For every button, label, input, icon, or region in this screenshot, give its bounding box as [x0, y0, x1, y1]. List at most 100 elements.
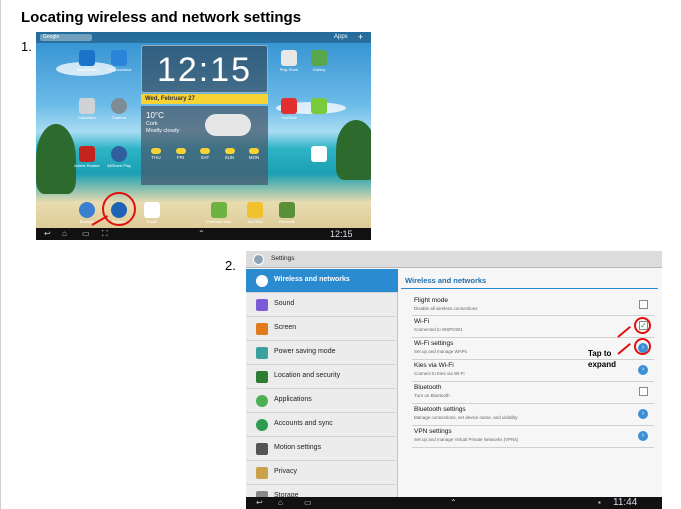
youtube-icon	[281, 98, 297, 114]
teamviewer-icon	[79, 50, 95, 66]
palm-tree	[36, 124, 76, 194]
sun-icon	[151, 148, 161, 154]
wifi-icon	[256, 275, 268, 287]
palm-tree	[336, 120, 371, 180]
google-search-bar[interactable]: Google	[40, 34, 92, 41]
navigation-bar: ↩ ⌂ ▭ ⛶ ⌃ 12:15	[36, 228, 371, 240]
home-icon[interactable]: ⌂	[62, 230, 67, 238]
tv-quickstart-icon	[111, 50, 127, 66]
chevron-up-icon[interactable]: ⌃	[198, 230, 205, 238]
calculator-icon	[79, 98, 95, 114]
document-title: Locating wireless and network settings	[21, 9, 302, 26]
category-privacy[interactable]: Privacy	[246, 461, 398, 485]
step-number-1: 1.	[21, 39, 32, 54]
notification-icon[interactable]: ▪	[598, 499, 601, 507]
app-unlabeled[interactable]	[304, 98, 334, 115]
weather-temperature: 10°C	[146, 111, 164, 120]
privacy-icon	[256, 467, 268, 479]
app-camera[interactable]: Camera	[104, 98, 134, 120]
chevron-right-icon[interactable]: ›	[638, 431, 648, 441]
add-icon[interactable]: +	[358, 32, 363, 42]
settings-category-list: Wireless and networks Sound Screen Power…	[246, 269, 398, 509]
app-icon	[311, 146, 327, 162]
category-motion-settings[interactable]: Motion settings	[246, 437, 398, 461]
recycle-icon	[256, 347, 268, 359]
allshare-icon	[111, 146, 127, 162]
screen-icon	[256, 323, 268, 335]
forecast-day: MON	[243, 148, 265, 160]
adobe-reader-icon	[79, 146, 95, 162]
category-power-saving[interactable]: Power saving mode	[246, 341, 398, 365]
clock-weather-widget[interactable]: 12:15 Wed, February 27 10°C Cork Mostly …	[141, 45, 268, 185]
settings-highlight-circle	[102, 192, 136, 226]
home-screen-screenshot: Google Apps + 12:15 Wed, February 27 10°…	[36, 32, 371, 240]
gallery-icon	[311, 50, 327, 66]
browser-icon	[79, 202, 95, 218]
forecast-day: FRI	[170, 148, 192, 160]
row-vpn-settings[interactable]: VPN settings Set up and manage Virtual P…	[412, 428, 654, 448]
sun-icon	[200, 148, 210, 154]
row-bluetooth[interactable]: Bluetooth Turn on Bluetooth	[412, 384, 654, 404]
category-applications[interactable]: Applications	[246, 389, 398, 413]
app-youtube[interactable]: YouTube	[274, 98, 304, 120]
home-icon[interactable]: ⌂	[278, 499, 283, 507]
panel-title: Wireless and networks	[405, 276, 487, 285]
weather-city: Cork	[146, 121, 158, 127]
category-accounts-sync[interactable]: Accounts and sync	[246, 413, 398, 437]
settings-gear-icon	[253, 254, 264, 265]
speaker-icon	[256, 299, 268, 311]
evernote-web-icon	[211, 202, 227, 218]
wifi-highlight-circle	[634, 317, 651, 334]
app-my-files[interactable]: My Files	[240, 202, 270, 224]
back-icon[interactable]: ↩	[256, 499, 263, 507]
app-unlabeled-2[interactable]	[304, 146, 334, 163]
clock-time: 12:15	[141, 45, 268, 93]
app-evernote[interactable]: Evernote	[272, 202, 302, 224]
recent-apps-icon[interactable]: ▭	[82, 230, 90, 238]
status-time: 12:15	[330, 229, 353, 239]
app-allshare-play[interactable]: AllShare Play	[104, 146, 134, 168]
category-sound[interactable]: Sound	[246, 293, 398, 317]
apps-button[interactable]: Apps	[334, 34, 348, 40]
status-time: 11:44	[613, 497, 638, 508]
sun-icon	[175, 148, 186, 154]
step-number-2: 2.	[225, 258, 236, 273]
category-screen[interactable]: Screen	[246, 317, 398, 341]
applications-icon	[256, 395, 268, 407]
row-bluetooth-settings[interactable]: Bluetooth settings Manage connections, s…	[412, 406, 654, 426]
app-email[interactable]: Email	[137, 202, 167, 224]
email-icon	[144, 202, 160, 218]
folder-icon	[247, 202, 263, 218]
evernote-icon	[279, 202, 295, 218]
back-icon[interactable]: ↩	[44, 230, 51, 238]
sync-icon	[256, 419, 268, 431]
row-flight-mode[interactable]: Flight mode Disable all wireless connect…	[412, 297, 654, 316]
app-adobe-reader[interactable]: Adobe Reader	[72, 146, 102, 168]
forecast-day: THU	[145, 148, 167, 160]
navigation-bar: ↩ ⌂ ▭ ⌃ ▪ 11:44	[246, 497, 662, 509]
app-play-store[interactable]: Play Store	[274, 50, 304, 72]
forecast-day: SAT	[194, 148, 216, 160]
screenshot-icon[interactable]: ⛶	[102, 230, 108, 238]
settings-screenshot: Settings Wireless and networks Sound Scr…	[246, 251, 662, 509]
app-teamviewer[interactable]: TeamViewer	[72, 50, 102, 72]
settings-app-title: Settings	[271, 255, 295, 262]
tap-to-expand-annotation: Tap to expand	[588, 349, 617, 369]
weather-condition: Mostly cloudy	[146, 128, 180, 134]
bluetooth-checkbox[interactable]	[639, 387, 648, 396]
location-grid-icon	[256, 371, 268, 383]
app-evernote-web[interactable]: Evernote Web	[204, 202, 234, 224]
recent-apps-icon[interactable]: ▭	[304, 499, 312, 507]
app-gallery[interactable]: Gallery	[304, 50, 334, 72]
chevron-right-icon[interactable]: ›	[638, 409, 648, 419]
forecast-day: SUN	[219, 148, 241, 160]
flight-mode-checkbox[interactable]	[639, 300, 648, 309]
android-app-icon	[311, 98, 327, 114]
app-calculator[interactable]: Calculator	[72, 98, 102, 120]
app-tv-quickstart[interactable]: TV Quickstart	[104, 50, 134, 72]
cloud-icon	[205, 114, 251, 136]
chevron-right-icon[interactable]: ›	[638, 365, 648, 375]
category-location-security[interactable]: Location and security	[246, 365, 398, 389]
category-wireless-networks[interactable]: Wireless and networks	[246, 269, 398, 293]
chevron-up-icon[interactable]: ⌃	[450, 499, 457, 507]
